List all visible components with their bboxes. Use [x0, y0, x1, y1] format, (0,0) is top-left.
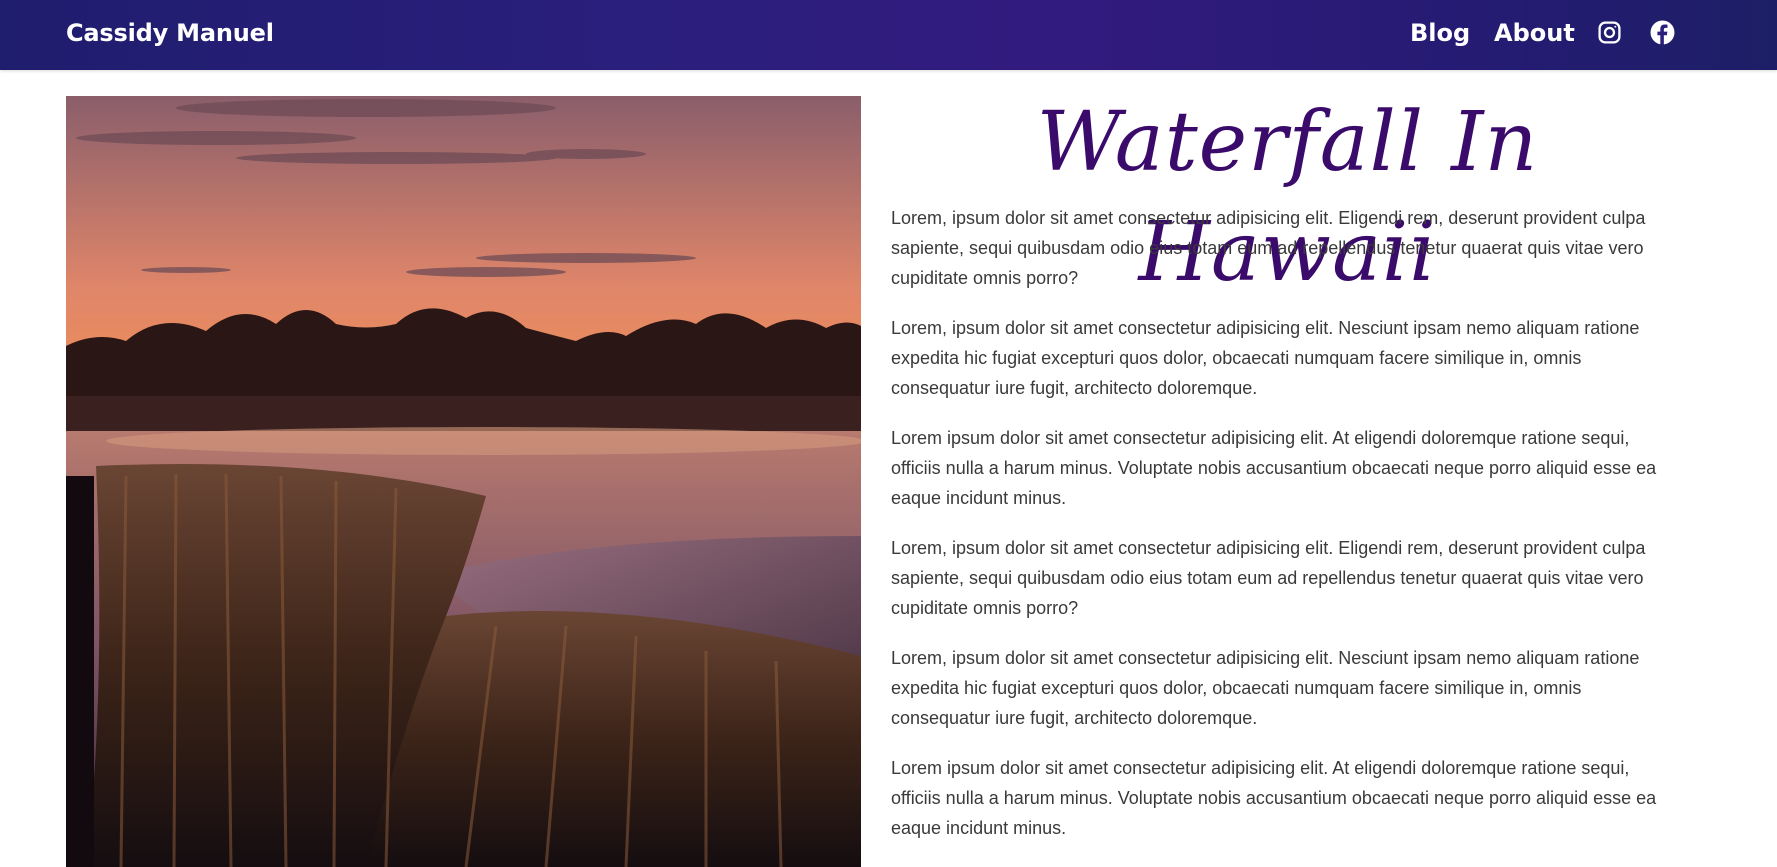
facebook-icon[interactable]: [1650, 20, 1675, 45]
article-body: Lorem, ipsum dolor sit amet consectetur …: [891, 203, 1681, 863]
article-paragraph: Lorem ipsum dolor sit amet consectetur a…: [891, 428, 1657, 508]
site-brand[interactable]: Cassidy Manuel: [66, 0, 274, 66]
top-navbar: Cassidy Manuel Blog About: [0, 0, 1777, 70]
instagram-icon[interactable]: [1597, 20, 1622, 45]
article-title: Waterfall In Hawaii: [1036, 95, 1539, 300]
article-paragraph: Lorem, ipsum dolor sit amet consectetur …: [891, 208, 1646, 288]
waterfall-sunset-image: [66, 96, 861, 867]
nav-link-blog[interactable]: Blog: [1410, 0, 1470, 66]
article-paragraph: Lorem, ipsum dolor sit amet consectetur …: [891, 538, 1646, 618]
article-paragraph: Lorem, ipsum dolor sit amet consectetur …: [891, 318, 1640, 398]
article-paragraph: Lorem, ipsum dolor sit amet consectetur …: [891, 648, 1640, 728]
nav-link-about[interactable]: About: [1494, 0, 1575, 66]
article-paragraph: Lorem ipsum dolor sit amet consectetur a…: [891, 758, 1657, 838]
